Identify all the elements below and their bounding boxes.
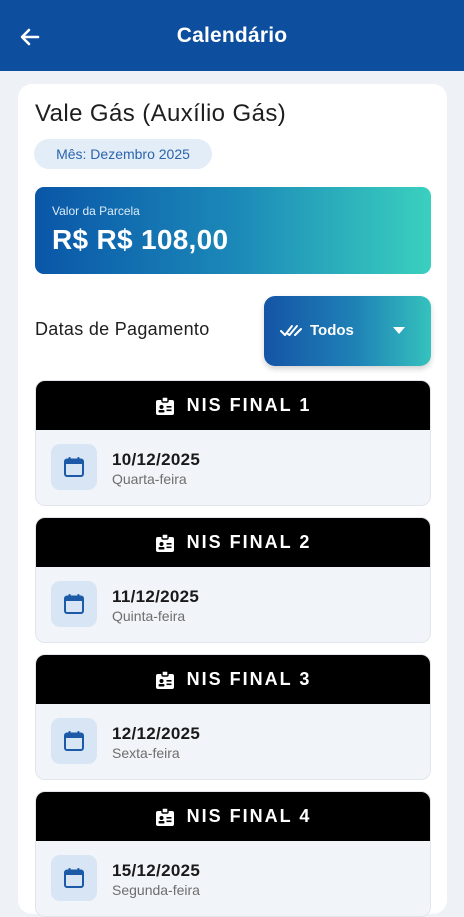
- calendar-icon: [64, 594, 84, 614]
- arrow-left-icon: [20, 28, 40, 46]
- calendar-icon: [64, 868, 84, 888]
- payment-card-nis-1: NIS FINAL 1 10/12/2025 Quarta-feira: [35, 380, 431, 506]
- nis-header: NIS FINAL 2: [36, 518, 430, 567]
- payment-weekday: Quarta-feira: [112, 471, 187, 487]
- payment-card-nis-3: NIS FINAL 3 12/12/2025 Sexta-feira: [35, 654, 431, 780]
- payment-date: 10/12/2025: [112, 450, 201, 469]
- id-card-icon: [155, 669, 174, 689]
- payment-weekday: Quinta-feira: [112, 608, 186, 624]
- nis-title: NIS FINAL 3: [186, 669, 312, 689]
- nis-title: NIS FINAL 1: [186, 395, 312, 415]
- nis-header: NIS FINAL 4: [36, 792, 430, 841]
- calendar-icon-box: [51, 444, 97, 490]
- payment-weekday: Sexta-feira: [112, 745, 180, 761]
- payment-card-nis-4: NIS FINAL 4 15/12/2025 Segunda-feira: [35, 791, 431, 917]
- calendar-icon: [64, 457, 84, 477]
- payment-row: 15/12/2025 Segunda-feira: [36, 841, 430, 916]
- calendar-icon-box: [51, 718, 97, 764]
- nis-header: NIS FINAL 1: [36, 381, 430, 430]
- calendar-icon: [64, 731, 84, 751]
- payment-date: 11/12/2025: [112, 587, 200, 606]
- value-amount: R$ R$ 108,00: [52, 224, 229, 255]
- payment-row: 12/12/2025 Sexta-feira: [36, 704, 430, 779]
- nis-header: NIS FINAL 3: [36, 655, 430, 704]
- id-card-icon: [155, 806, 174, 826]
- calendar-icon-box: [51, 855, 97, 901]
- benefit-title: Vale Gás (Auxílio Gás): [35, 100, 287, 127]
- id-card-icon: [155, 532, 174, 552]
- filter-dropdown[interactable]: Todos: [264, 296, 431, 366]
- nis-title: NIS FINAL 4: [186, 806, 312, 826]
- id-card-icon: [155, 395, 174, 415]
- value-banner: Valor da Parcela R$ R$ 108,00: [35, 187, 431, 274]
- filter-label: Todos: [310, 322, 354, 339]
- app-bar: Calendário: [0, 0, 464, 71]
- calendar-icon-box: [51, 581, 97, 627]
- payment-card-nis-2: NIS FINAL 2 11/12/2025 Quinta-feira: [35, 517, 431, 643]
- page-title: Calendário: [176, 23, 288, 47]
- nis-title: NIS FINAL 2: [186, 532, 312, 552]
- payment-row: 11/12/2025 Quinta-feira: [36, 567, 430, 642]
- caret-down-icon: [393, 327, 405, 334]
- payment-date: 15/12/2025: [112, 861, 201, 880]
- double-check-icon: [280, 325, 302, 336]
- payment-weekday: Segunda-feira: [112, 882, 200, 898]
- payment-row: 10/12/2025 Quarta-feira: [36, 430, 430, 505]
- back-button[interactable]: [14, 21, 46, 53]
- payment-date: 12/12/2025: [112, 724, 201, 743]
- month-chip: Mês: Dezembro 2025: [34, 139, 212, 169]
- value-label: Valor da Parcela: [52, 204, 140, 218]
- payment-dates-label: Datas de Pagamento: [35, 319, 210, 339]
